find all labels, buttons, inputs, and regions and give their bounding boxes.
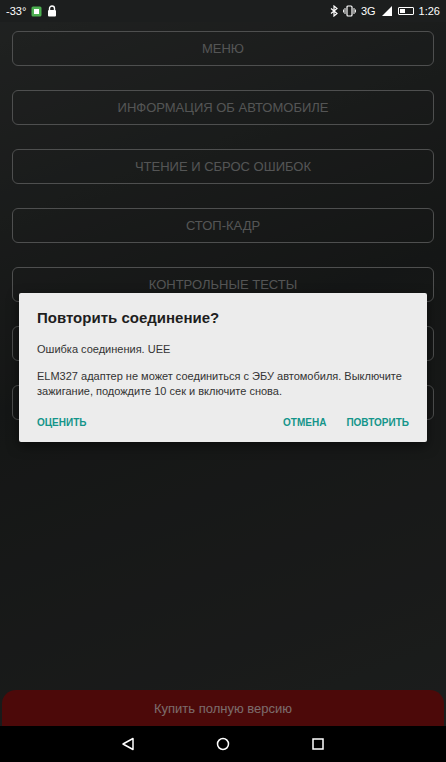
vibrate-icon — [343, 5, 356, 17]
back-icon[interactable] — [121, 737, 135, 751]
dialog-actions: ОЦЕНИТЬ ОТМЕНА ПОВТОРИТЬ — [37, 417, 409, 428]
dialog-button[interactable]: ОТМЕНА — [283, 417, 326, 428]
temperature: -33° — [6, 5, 26, 17]
dialog-overlay: Повторить соединение? Ошибка соединения. … — [0, 22, 446, 726]
signal-icon — [381, 5, 393, 17]
app-notification-icon — [31, 6, 42, 17]
home-icon[interactable] — [216, 737, 230, 751]
dialog-title: Повторить соединение? — [37, 309, 409, 326]
bluetooth-icon — [330, 5, 338, 17]
recents-icon[interactable] — [311, 737, 325, 751]
navigation-bar — [0, 726, 446, 762]
dialog: Повторить соединение? Ошибка соединения. … — [19, 293, 427, 442]
status-bar: -33° 3G 1:26 — [0, 0, 446, 22]
dialog-button[interactable]: ПОВТОРИТЬ — [346, 417, 409, 428]
screen: -33°3G1:26МЕНЮИНФОРМАЦИЯ ОБ АВТОМОБИЛЕЧТ… — [0, 0, 446, 762]
network-type: 3G — [361, 5, 376, 17]
lock-icon — [47, 5, 57, 17]
dialog-error: Ошибка соединения. UEE — [37, 343, 409, 355]
clock: 1:26 — [419, 5, 440, 17]
rate-button[interactable]: ОЦЕНИТЬ — [37, 417, 86, 428]
battery-icon — [398, 7, 414, 15]
dialog-message: ELM327 адаптер не может соединиться с ЭБ… — [37, 369, 409, 399]
